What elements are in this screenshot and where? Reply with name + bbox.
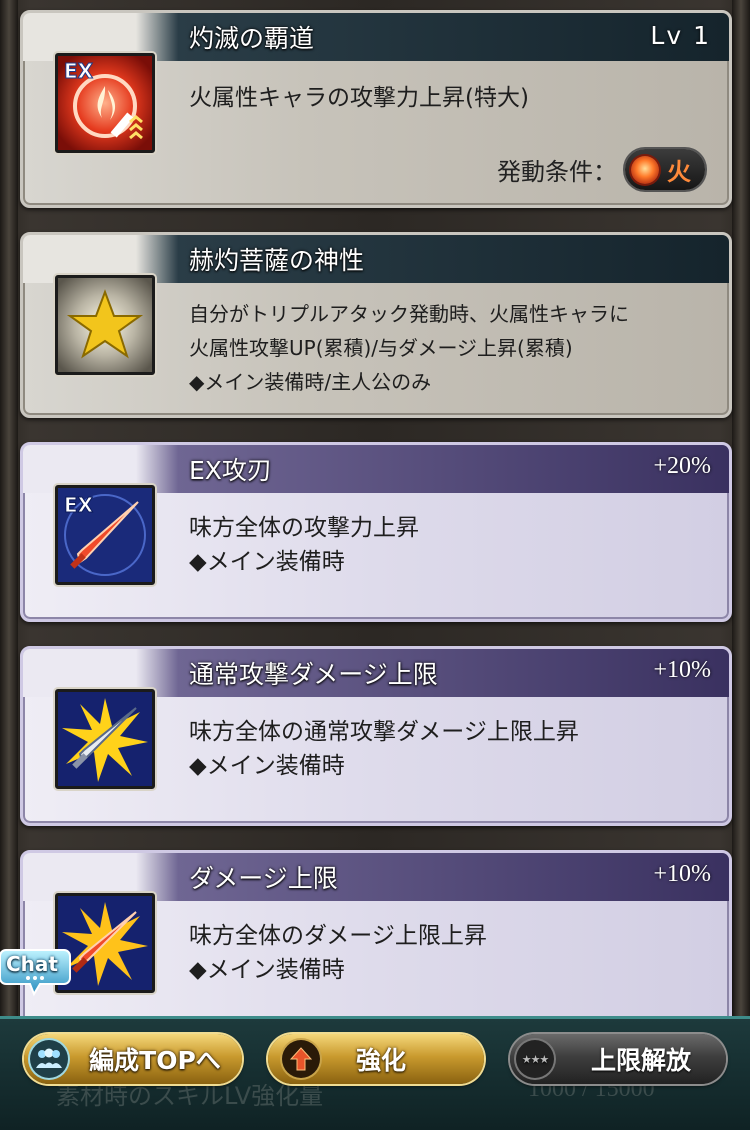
skill-name: 灼滅の覇道 — [189, 24, 315, 53]
skill-card-5: ダメージ上限 +10% 味方全体のダメージ上限上昇 ◆メイン装備時 — [20, 850, 732, 1030]
skill-card-3: EX攻刃 +20% EX 味方全体の攻撃力上昇 ◆メイン装備時 — [20, 442, 732, 622]
element-label: 火 — [667, 158, 691, 186]
party-top-button[interactable]: 編成TOPへ — [24, 1034, 242, 1084]
ex-fire-sword-icon: EX — [55, 53, 155, 153]
enhance-label: 強化 — [355, 1046, 406, 1075]
skill-bonus-value: +20% — [653, 453, 711, 479]
fire-element-badge: 火 — [625, 149, 705, 190]
skill-card-4: 通常攻撃ダメージ上限 +10% 味方全体の通常攻撃ダメージ上限上昇 ◆メイン装備… — [20, 646, 732, 826]
skill-name: 通常攻撃ダメージ上限 — [189, 660, 438, 689]
party-members-icon — [30, 1040, 68, 1078]
activation-condition: 発動条件： 火 — [497, 149, 705, 190]
skill-bonus-value: +10% — [653, 657, 711, 683]
skill-card-1: 灼滅の覇道 Lv 1 EX 火属性キャラの攻撃力上昇(特大) 発動条件： 火 — [20, 10, 732, 208]
party-top-label: 編成TOPへ — [89, 1046, 221, 1075]
skill-description: 自分がトリプルアタック発動時、火属性キャラに 火属性攻撃UP(累積)/与ダメージ… — [189, 302, 629, 394]
svg-text:EX: EX — [64, 493, 94, 517]
fire-element-icon — [631, 155, 659, 184]
right-frame-rail — [732, 0, 750, 1130]
skill-description: 火属性キャラの攻撃力上昇(特大) — [189, 85, 529, 111]
chat-button[interactable]: Chat — [0, 944, 72, 998]
svg-text:EX: EX — [64, 59, 94, 83]
gold-star-icon — [55, 275, 155, 375]
skill-description: 味方全体のダメージ上限上昇 ◆メイン装備時 — [189, 923, 487, 983]
skill-description: 味方全体の通常攻撃ダメージ上限上昇 ◆メイン装備時 — [189, 719, 579, 779]
skill-name: 赫灼菩薩の神性 — [189, 246, 365, 275]
condition-label: 発動条件： — [497, 158, 617, 186]
up-arrow-icon — [282, 1040, 320, 1078]
skill-card-2: 赫灼菩薩の神性 自分がトリプルアタック発動時、火属性キャラに 火属性攻撃UP(累… — [20, 232, 732, 418]
skill-name: EX攻刃 — [189, 456, 272, 485]
chat-label: Chat — [6, 952, 58, 976]
skill-name: ダメージ上限 — [189, 864, 338, 893]
limit-break-button[interactable]: ★★★ 上限解放 — [510, 1034, 726, 1084]
limit-break-label: 上限解放 — [590, 1046, 691, 1075]
skill-bonus-value: +10% — [653, 861, 711, 887]
ex-red-sword-icon: EX — [55, 485, 155, 585]
enhance-button[interactable]: 強化 — [268, 1034, 484, 1084]
burst-silver-sword-icon — [55, 689, 155, 789]
stars-icon: ★★★ — [516, 1040, 554, 1078]
skill-description: 味方全体の攻撃力上昇 ◆メイン装備時 — [189, 515, 419, 575]
skill-level: Lv 1 — [650, 21, 711, 50]
